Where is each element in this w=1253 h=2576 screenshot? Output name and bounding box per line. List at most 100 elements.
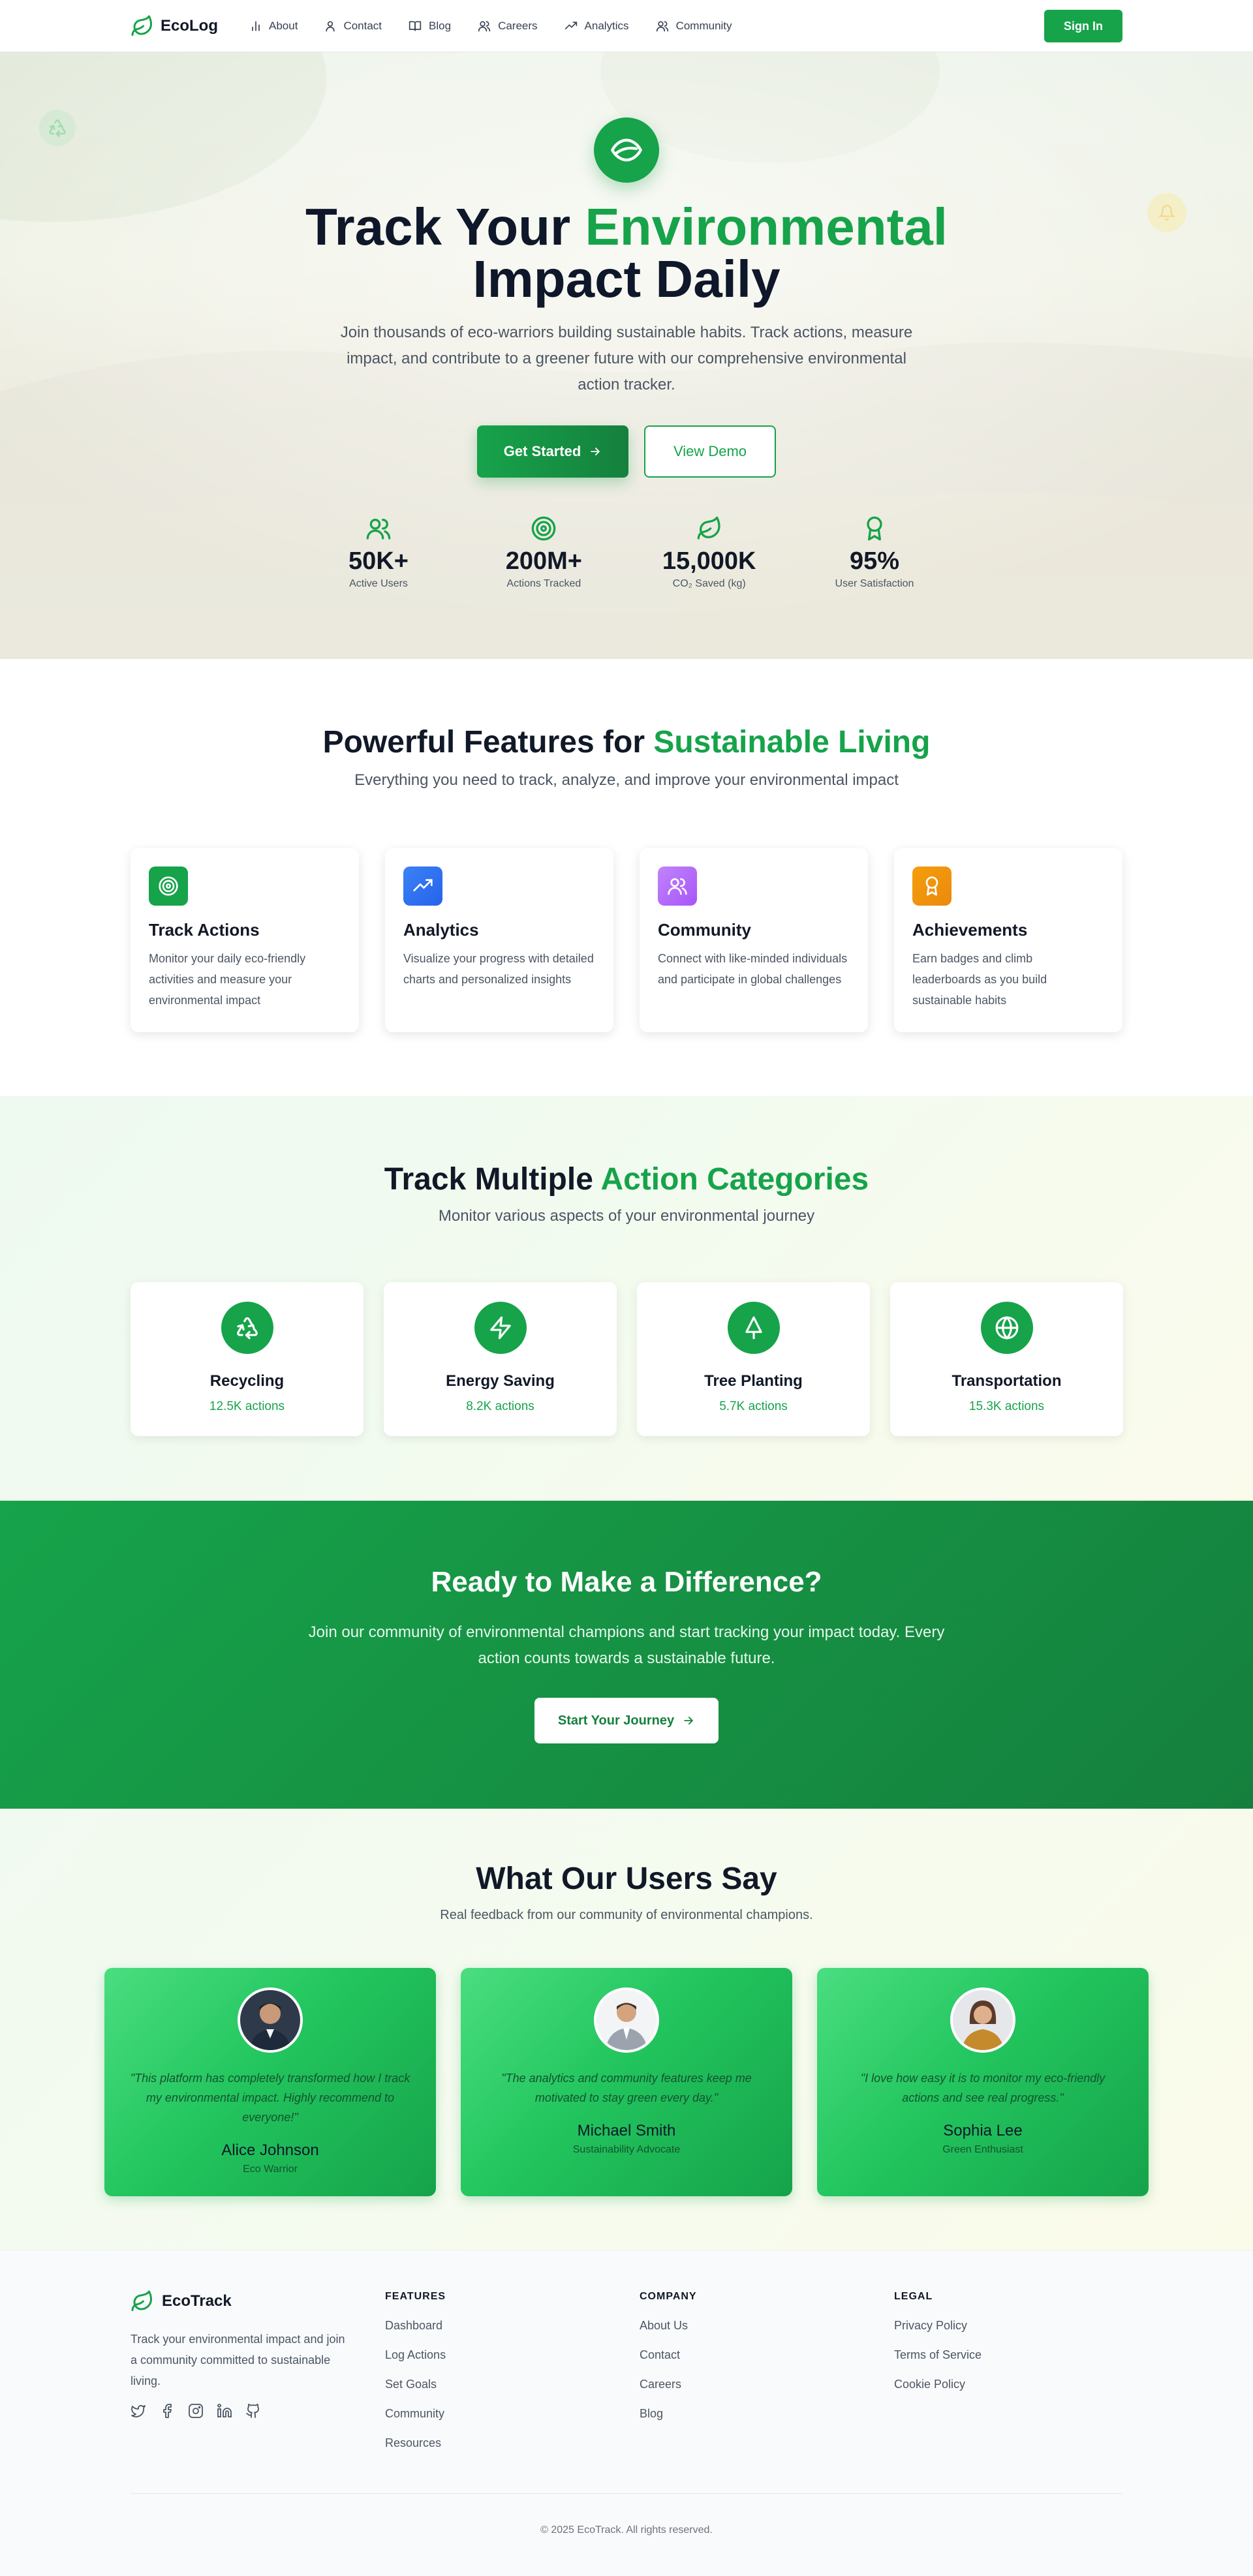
get-started-label: Get Started xyxy=(503,443,581,459)
linkedin-icon[interactable] xyxy=(217,2403,232,2419)
stat-value: 50K+ xyxy=(348,547,409,575)
category-card-energy-saving[interactable]: Energy Saving 8.2K actions xyxy=(384,1282,617,1436)
testimonial-card: "I love how easy it is to monitor my eco… xyxy=(817,1968,1149,2196)
brand-logo[interactable]: EcoLog xyxy=(131,14,218,38)
trending-up-icon xyxy=(564,20,578,33)
category-icon-circle xyxy=(727,1302,780,1354)
category-count: 5.7K actions xyxy=(719,1400,788,1413)
nav-link-community[interactable]: Community xyxy=(655,20,732,33)
category-name: Tree Planting xyxy=(704,1372,803,1390)
leaf-icon xyxy=(696,515,722,542)
footer-link-contact[interactable]: Contact xyxy=(640,2348,697,2377)
stat-value: 95% xyxy=(849,547,900,575)
footer-link-blog[interactable]: Blog xyxy=(640,2406,697,2436)
footer-divider xyxy=(131,2493,1122,2494)
hero-stats: 50K+ Active Users 200M+ Actions Tracked … xyxy=(300,515,953,590)
category-card-tree-planting[interactable]: Tree Planting 5.7K actions xyxy=(637,1282,870,1436)
footer-column-title: LEGAL xyxy=(894,2291,933,2302)
footer-social-links xyxy=(131,2403,261,2419)
github-icon[interactable] xyxy=(245,2403,261,2419)
nav-link-careers[interactable]: Careers xyxy=(477,20,538,33)
nav-link-analytics[interactable]: Analytics xyxy=(564,20,629,33)
footer-link-careers[interactable]: Careers xyxy=(640,2377,697,2406)
facebook-icon[interactable] xyxy=(159,2403,175,2419)
twitter-icon[interactable] xyxy=(131,2403,146,2419)
footer-brand[interactable]: EcoTrack xyxy=(131,2290,232,2313)
users-icon xyxy=(365,515,392,542)
footer-link-cookie-policy[interactable]: Cookie Policy xyxy=(894,2377,982,2406)
feature-title: Community xyxy=(658,920,751,940)
feature-card-achievements[interactable]: Achievements Earn badges and climb leade… xyxy=(894,848,1122,1032)
stat-value: 200M+ xyxy=(505,547,582,575)
categories-title-accent: Action Categories xyxy=(600,1162,869,1197)
stat-label: Active Users xyxy=(349,578,408,589)
category-card-recycling[interactable]: Recycling 12.5K actions xyxy=(131,1282,364,1436)
feature-desc: Earn badges and climb leaderboards as yo… xyxy=(912,952,1047,1007)
users-icon xyxy=(477,20,491,33)
hero-leaf-logo xyxy=(594,117,659,183)
get-started-button[interactable]: Get Started xyxy=(477,425,628,478)
footer-column-company: COMPANY About Us Contact Careers Blog xyxy=(640,2291,697,2436)
footer-link-about-us[interactable]: About Us xyxy=(640,2318,697,2348)
category-card-transportation[interactable]: Transportation 15.3K actions xyxy=(890,1282,1123,1436)
testimonial-role: Sustainability Advocate xyxy=(572,2144,681,2155)
testimonial-card: "The analytics and community features ke… xyxy=(461,1968,792,2196)
nav-link-label: Community xyxy=(675,20,732,32)
feature-card-analytics[interactable]: Analytics Visualize your progress with d… xyxy=(385,848,613,1032)
globe-icon xyxy=(995,1315,1019,1340)
tree-icon xyxy=(741,1315,766,1340)
footer: EcoTrack Track your environmental impact… xyxy=(0,2250,1253,2576)
zap-icon xyxy=(488,1315,513,1340)
nav-link-blog[interactable]: Blog xyxy=(408,20,451,33)
testimonial-name: Alice Johnson xyxy=(221,2141,319,2159)
instagram-icon[interactable] xyxy=(188,2403,204,2419)
hero-subtitle: Join thousands of eco-warriors building … xyxy=(340,324,913,393)
footer-link-log-actions[interactable]: Log Actions xyxy=(385,2348,446,2377)
nav-link-label: Contact xyxy=(343,20,382,32)
category-name: Transportation xyxy=(951,1372,1062,1390)
start-journey-button[interactable]: Start Your Journey xyxy=(534,1698,719,1743)
footer-link-set-goals[interactable]: Set Goals xyxy=(385,2377,446,2406)
nav-link-about[interactable]: About xyxy=(249,20,298,33)
sign-in-button[interactable]: Sign In xyxy=(1044,10,1122,42)
testimonial-role: Green Enthusiast xyxy=(942,2144,1023,2155)
testimonial-quote: "This platform has completely transforme… xyxy=(130,2072,410,2124)
testimonials-section: What Our Users Say Real feedback from ou… xyxy=(0,1809,1253,2250)
stat-co2-saved: 15,000K CO₂ Saved (kg) xyxy=(644,515,775,590)
cta-subtitle: Join our community of environmental cham… xyxy=(308,1623,945,1667)
footer-link-dashboard[interactable]: Dashboard xyxy=(385,2318,446,2348)
nav-link-contact[interactable]: Contact xyxy=(324,20,382,33)
category-name: Energy Saving xyxy=(446,1372,555,1390)
features-subtitle: Everything you need to track, analyze, a… xyxy=(354,771,899,789)
category-count: 15.3K actions xyxy=(968,1400,1045,1413)
category-icon-circle xyxy=(221,1302,273,1354)
stat-actions-tracked: 200M+ Actions Tracked xyxy=(478,515,609,590)
footer-link-resources[interactable]: Resources xyxy=(385,2436,446,2465)
nav-link-label: Blog xyxy=(429,20,452,32)
features-title: Powerful Features for Sustainable Living xyxy=(0,724,1253,760)
recycle-icon xyxy=(235,1315,260,1340)
footer-column-features: FEATURES Dashboard Log Actions Set Goals… xyxy=(385,2291,446,2465)
feature-card-community[interactable]: Community Connect with like-minded indiv… xyxy=(640,848,868,1032)
hero-buttons: Get Started View Demo xyxy=(0,425,1253,478)
category-count: 8.2K actions xyxy=(466,1400,534,1413)
categories-title: Track Multiple Action Categories xyxy=(0,1161,1253,1197)
features-title-accent: Sustainable Living xyxy=(653,725,931,759)
cta-section: Ready to Make a Difference? Join our com… xyxy=(0,1501,1253,1809)
footer-link-terms-of-service[interactable]: Terms of Service xyxy=(894,2348,982,2377)
floating-recycle-icon xyxy=(39,110,76,146)
nav-link-label: Analytics xyxy=(584,20,629,32)
hero-section: Track Your Environmental Impact Daily Jo… xyxy=(0,52,1253,659)
footer-link-community[interactable]: Community xyxy=(385,2406,446,2436)
testimonial-card: "This platform has completely transforme… xyxy=(104,1968,436,2196)
floating-bell-icon xyxy=(1147,193,1186,232)
footer-column-title: COMPANY xyxy=(640,2291,697,2302)
view-demo-button[interactable]: View Demo xyxy=(644,425,776,478)
footer-link-privacy-policy[interactable]: Privacy Policy xyxy=(894,2318,982,2348)
features-section: Powerful Features for Sustainable Living… xyxy=(0,659,1253,1096)
footer-about: Track your environmental impact and join… xyxy=(131,2333,345,2387)
footer-brand-name: EcoTrack xyxy=(162,2292,232,2310)
categories-title-prefix: Track Multiple xyxy=(384,1162,601,1197)
feature-card-track-actions[interactable]: Track Actions Monitor your daily eco-fri… xyxy=(131,848,359,1032)
nav-link-label: About xyxy=(269,20,298,32)
